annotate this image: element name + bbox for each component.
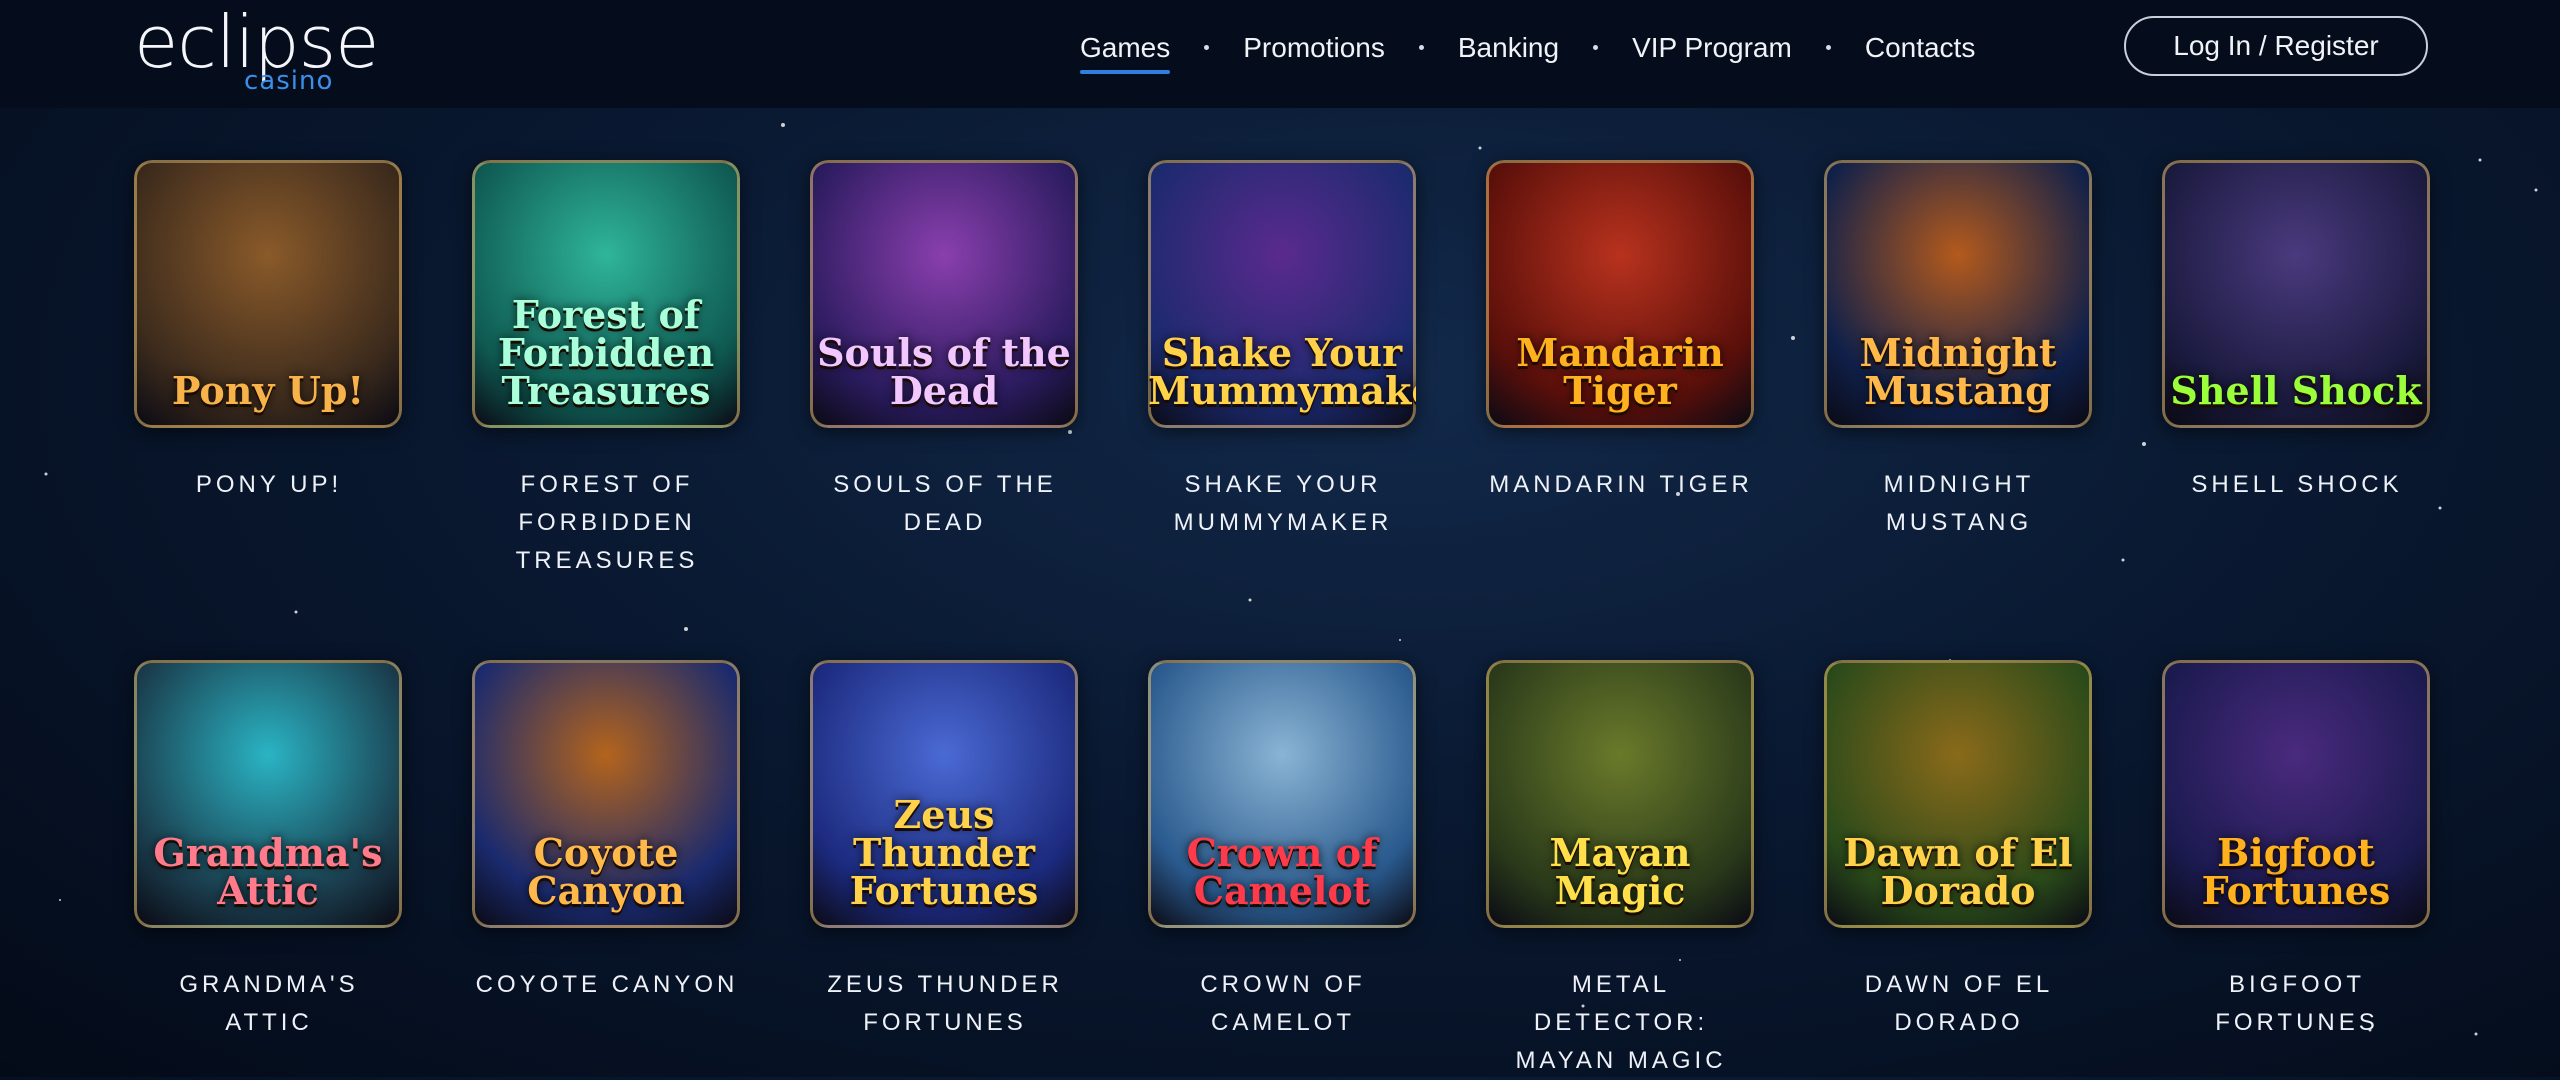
game-logo-text: Shake Your Mummymaker: [1148, 330, 1416, 413]
game-thumbnail[interactable]: Pony Up!: [134, 160, 402, 428]
game-title[interactable]: DAWN OF EL DORADO: [1824, 966, 2094, 1042]
game-thumbnail[interactable]: Bigfoot Fortunes: [2162, 660, 2430, 928]
game-title[interactable]: METAL DETECTOR: MAYAN MAGIC: [1486, 966, 1756, 1080]
game-title[interactable]: SHAKE YOUR MUMMYMAKER: [1148, 466, 1418, 542]
game-title[interactable]: PONY UP!: [134, 466, 404, 504]
game-thumbnail[interactable]: Crown of Camelot: [1148, 660, 1416, 928]
game-logo-text: Shell Shock: [2170, 368, 2422, 413]
eclipse-casino-logo[interactable]: eclipse casino: [134, 6, 379, 96]
game-title[interactable]: COYOTE CANYON: [472, 966, 742, 1004]
game-title[interactable]: SOULS OF THE DEAD: [810, 466, 1080, 542]
nav-vip-program[interactable]: VIP Program: [1632, 33, 1792, 62]
game-tile[interactable]: Crown of Camelot CROWN OF CAMELOT: [1148, 660, 1418, 1042]
game-tile[interactable]: Coyote Canyon COYOTE CANYON: [472, 660, 742, 1004]
game-thumbnail[interactable]: Coyote Canyon: [472, 660, 740, 928]
game-logo-text: Souls of the Dead: [817, 330, 1071, 413]
game-logo-text: Mandarin Tiger: [1516, 330, 1724, 413]
game-logo-text: Midnight Mustang: [1859, 330, 2057, 413]
game-tile[interactable]: Bigfoot Fortunes BIGFOOT FORTUNES: [2162, 660, 2432, 1042]
game-tile[interactable]: Mandarin Tiger MANDARIN TIGER: [1486, 160, 1756, 504]
game-tile[interactable]: Shake Your Mummymaker SHAKE YOUR MUMMYMAK…: [1148, 160, 1418, 542]
game-title[interactable]: FOREST OF FORBIDDEN TREASURES: [472, 466, 742, 580]
game-logo-text: Coyote Canyon: [527, 830, 685, 913]
game-tile[interactable]: Midnight Mustang MIDNIGHT MUSTANG: [1824, 160, 2094, 542]
nav-contacts[interactable]: Contacts: [1865, 33, 1976, 62]
game-thumbnail[interactable]: Mandarin Tiger: [1486, 160, 1754, 428]
nav-separator: [1825, 45, 1831, 50]
game-title[interactable]: CROWN OF CAMELOT: [1148, 966, 1418, 1042]
game-thumbnail[interactable]: Grandma's Attic: [134, 660, 402, 928]
game-thumbnail[interactable]: Dawn of El Dorado: [1824, 660, 2092, 928]
nav-promotions[interactable]: Promotions: [1243, 33, 1385, 62]
game-tile[interactable]: Zeus Thunder Fortunes ZEUS THUNDER FORTUN…: [810, 660, 1080, 1042]
game-tile[interactable]: Grandma's Attic GRANDMA'S ATTIC: [134, 660, 404, 1042]
main-navigation: Games Promotions Banking VIP Program Con…: [1080, 0, 1975, 95]
game-thumbnail[interactable]: Zeus Thunder Fortunes: [810, 660, 1078, 928]
game-tile[interactable]: Shell Shock SHELL SHOCK: [2162, 160, 2432, 504]
game-title[interactable]: MIDNIGHT MUSTANG: [1824, 466, 2094, 542]
nav-separator: [1418, 45, 1424, 50]
game-title[interactable]: SHELL SHOCK: [2162, 466, 2432, 504]
game-logo-text: Forest of Forbidden Treasures: [497, 292, 715, 413]
game-tile[interactable]: Pony Up! PONY UP!: [134, 160, 404, 504]
game-thumbnail[interactable]: Mayan Magic: [1486, 660, 1754, 928]
game-title[interactable]: ZEUS THUNDER FORTUNES: [810, 966, 1080, 1042]
logo-subtitle: casino: [244, 66, 334, 96]
game-title[interactable]: BIGFOOT FORTUNES: [2162, 966, 2432, 1042]
game-thumbnail[interactable]: Forest of Forbidden Treasures: [472, 160, 740, 428]
game-title[interactable]: MANDARIN TIGER: [1486, 466, 1756, 504]
game-logo-text: Zeus Thunder Fortunes: [849, 792, 1039, 913]
login-register-button[interactable]: Log In / Register: [2124, 16, 2428, 76]
game-logo-text: Grandma's Attic: [153, 830, 383, 913]
game-logo-text: Crown of Camelot: [1186, 830, 1378, 913]
nav-banking[interactable]: Banking: [1458, 33, 1559, 62]
game-logo-text: Dawn of El Dorado: [1843, 830, 2073, 913]
game-thumbnail[interactable]: Souls of the Dead: [810, 160, 1078, 428]
nav-separator: [1204, 45, 1210, 50]
game-tile[interactable]: Dawn of El Dorado DAWN OF EL DORADO: [1824, 660, 2094, 1042]
game-tile[interactable]: Forest of Forbidden Treasures FOREST OF F…: [472, 160, 742, 580]
game-title[interactable]: GRANDMA'S ATTIC: [134, 966, 404, 1042]
game-thumbnail[interactable]: Shell Shock: [2162, 160, 2430, 428]
game-tile[interactable]: Souls of the Dead SOULS OF THE DEAD: [810, 160, 1080, 542]
game-tile[interactable]: Mayan Magic METAL DETECTOR: MAYAN MAGIC: [1486, 660, 1756, 1080]
game-thumbnail[interactable]: Shake Your Mummymaker: [1148, 160, 1416, 428]
nav-separator: [1593, 45, 1599, 50]
nav-games[interactable]: Games: [1080, 33, 1171, 74]
game-thumbnail[interactable]: Midnight Mustang: [1824, 160, 2092, 428]
game-logo-text: Pony Up!: [171, 368, 365, 413]
game-logo-text: Bigfoot Fortunes: [2201, 830, 2391, 913]
site-header: eclipse casino Games Promotions Banking …: [0, 0, 2560, 108]
game-logo-text: Mayan Magic: [1549, 830, 1691, 913]
